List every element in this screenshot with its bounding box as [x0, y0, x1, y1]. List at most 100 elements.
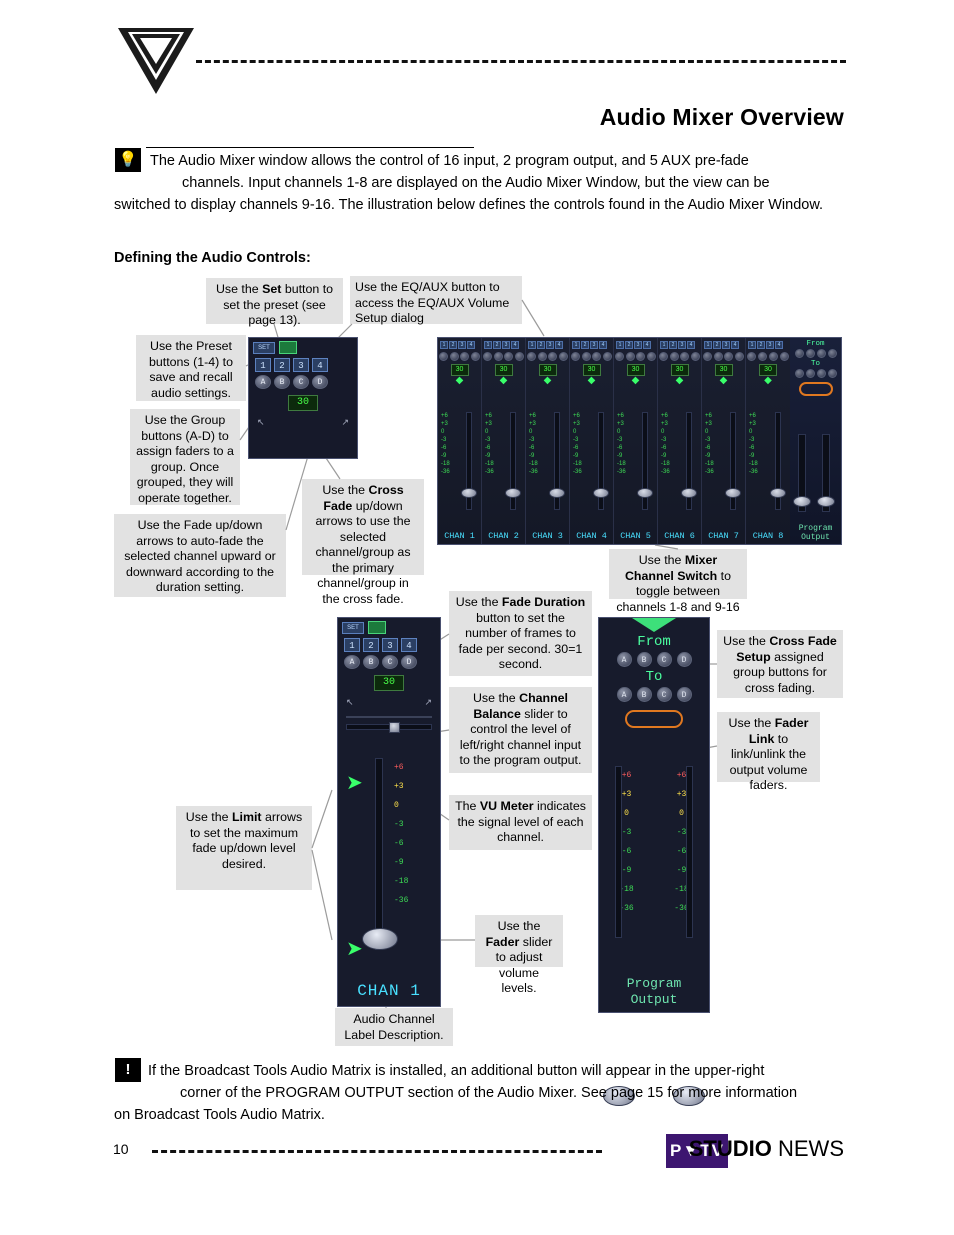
- strip-preset-4[interactable]: 4: [643, 341, 651, 349]
- detail-preset-4[interactable]: 4: [401, 638, 417, 652]
- channel-strip[interactable]: 1 2 3 4 30 ◆ +6 +3 0 -3 -6 -9 -18 -36 CHAN 6: [658, 338, 702, 544]
- strip-preset-1[interactable]: 1: [528, 341, 536, 349]
- strip-fader-thumb[interactable]: [681, 488, 697, 498]
- strip-preset-4[interactable]: 4: [467, 341, 475, 349]
- detail-preset-2[interactable]: 2: [363, 638, 379, 652]
- output-fader-cap-right[interactable]: [817, 496, 835, 507]
- strip-fade-up-icon[interactable]: ◆: [438, 376, 481, 386]
- program-to-group-b[interactable]: B: [636, 687, 652, 702]
- program-from-group-buttons[interactable]: A B C D: [599, 652, 709, 667]
- strip-fader-thumb[interactable]: [505, 488, 521, 498]
- strip-knob-4[interactable]: [559, 352, 569, 361]
- channel-fader-thumb[interactable]: [362, 928, 398, 950]
- fade-duration-readout[interactable]: 30: [288, 395, 318, 411]
- program-to-group-buttons[interactable]: A B C D: [599, 687, 709, 702]
- strip-knob-1[interactable]: [702, 352, 712, 361]
- strip-preset-row[interactable]: 1234: [572, 341, 611, 349]
- strip-knob-3[interactable]: [460, 352, 470, 361]
- to-knob-d[interactable]: [827, 369, 837, 378]
- detail-eq-aux-button[interactable]: [368, 621, 386, 634]
- strip-preset-2[interactable]: 2: [537, 341, 545, 349]
- strip-preset-row[interactable]: 1234: [660, 341, 699, 349]
- output-to-knobs[interactable]: [790, 369, 841, 378]
- detail-cross-fade-down-icon[interactable]: ↗: [424, 697, 432, 708]
- strip-fade-up-icon[interactable]: ◆: [658, 376, 701, 386]
- strip-knob-3[interactable]: [636, 352, 646, 361]
- strip-fade-up-icon[interactable]: ◆: [526, 376, 569, 386]
- strip-preset-1[interactable]: 1: [660, 341, 668, 349]
- strip-knob-3[interactable]: [724, 352, 734, 361]
- program-fader-track-right[interactable]: [686, 766, 693, 938]
- strip-knob-2[interactable]: [713, 352, 723, 361]
- cross-fade-down-arrow-icon[interactable]: ↗: [341, 417, 349, 428]
- strip-preset-3[interactable]: 3: [722, 341, 730, 349]
- strip-knob-3[interactable]: [548, 352, 558, 361]
- single-channel-detail-graphic[interactable]: SET 1 2 3 4 A B C D 30 ↖ ↗ ➤ ➤ +6 +3 0 -…: [337, 617, 441, 1007]
- set-button[interactable]: SET: [253, 341, 275, 354]
- channel-balance-slider[interactable]: [346, 722, 432, 733]
- strip-preset-4[interactable]: 4: [555, 341, 563, 349]
- program-from-group-b[interactable]: B: [636, 652, 652, 667]
- strip-knob-row[interactable]: [570, 352, 613, 361]
- strip-fader-thumb[interactable]: [637, 488, 653, 498]
- strip-preset-3[interactable]: 3: [590, 341, 598, 349]
- eq-aux-button[interactable]: [279, 341, 297, 354]
- channel-fader-track[interactable]: [375, 758, 383, 950]
- strip-knob-4[interactable]: [647, 352, 657, 361]
- strip-fader-thumb[interactable]: [770, 488, 786, 498]
- to-knob-b[interactable]: [805, 369, 815, 378]
- strip-fade-up-icon[interactable]: ◆: [482, 376, 525, 386]
- strip-preset-3[interactable]: 3: [502, 341, 510, 349]
- strip-preset-3[interactable]: 3: [458, 341, 466, 349]
- program-to-group-a[interactable]: A: [616, 687, 632, 702]
- strip-preset-1[interactable]: 1: [748, 341, 756, 349]
- output-from-knobs[interactable]: [790, 349, 841, 358]
- strip-fade-up-icon[interactable]: ◆: [614, 376, 657, 386]
- preset-button-3[interactable]: 3: [293, 358, 309, 372]
- strip-preset-2[interactable]: 2: [581, 341, 589, 349]
- output-fader-cap-left[interactable]: [793, 496, 811, 507]
- program-to-group-d[interactable]: D: [676, 687, 692, 702]
- strip-knob-row[interactable]: [614, 352, 657, 361]
- program-fader-track-left[interactable]: [615, 766, 622, 938]
- strip-preset-3[interactable]: 3: [766, 341, 774, 349]
- strip-preset-1[interactable]: 1: [616, 341, 624, 349]
- strip-preset-2[interactable]: 2: [713, 341, 721, 349]
- detail-set-button[interactable]: SET: [342, 621, 364, 634]
- strip-knob-1[interactable]: [747, 352, 756, 361]
- strip-knob-4[interactable]: [515, 352, 525, 361]
- program-output-detail-graphic[interactable]: From A B C D To A B C D +6 +3 0 -3 -6 -9…: [598, 617, 710, 1106]
- strip-preset-1[interactable]: 1: [440, 341, 448, 349]
- strip-preset-2[interactable]: 2: [669, 341, 677, 349]
- strip-knob-4[interactable]: [471, 352, 481, 361]
- strip-knob-2[interactable]: [625, 352, 635, 361]
- strip-knob-1[interactable]: [658, 352, 668, 361]
- cross-fade-up-arrow-icon[interactable]: ↖: [257, 417, 265, 428]
- strip-preset-row[interactable]: 1234: [704, 341, 743, 349]
- detail-group-a[interactable]: A: [344, 655, 360, 669]
- strip-fade-up-icon[interactable]: ◆: [746, 376, 790, 386]
- fader-link-icon[interactable]: [798, 382, 833, 396]
- strip-knob-4[interactable]: [735, 352, 745, 361]
- strip-knob-2[interactable]: [537, 352, 547, 361]
- strip-preset-2[interactable]: 2: [493, 341, 501, 349]
- strip-knob-4[interactable]: [603, 352, 613, 361]
- from-knob-a[interactable]: [794, 349, 804, 358]
- program-fader-link-icon[interactable]: [625, 710, 683, 728]
- strip-knob-1[interactable]: [526, 352, 536, 361]
- strip-preset-1[interactable]: 1: [484, 341, 492, 349]
- strip-preset-2[interactable]: 2: [449, 341, 457, 349]
- strip-knob-1[interactable]: [614, 352, 624, 361]
- strip-knob-3[interactable]: [680, 352, 690, 361]
- strip-fader-thumb[interactable]: [549, 488, 565, 498]
- program-to-group-c[interactable]: C: [656, 687, 672, 702]
- strip-knob-3[interactable]: [592, 352, 602, 361]
- strip-fader-thumb[interactable]: [725, 488, 741, 498]
- preset-button-4[interactable]: 4: [312, 358, 328, 372]
- preset-button-1[interactable]: 1: [255, 358, 271, 372]
- program-output-strip[interactable]: From To Program Output: [790, 338, 841, 544]
- group-button-d[interactable]: D: [312, 375, 328, 389]
- from-knob-c[interactable]: [816, 349, 826, 358]
- channel-strip[interactable]: 1 2 3 4 30 ◆ +6 +3 0 -3 -6 -9 -18 -36 CHAN 7: [702, 338, 746, 544]
- strip-knob-2[interactable]: [449, 352, 459, 361]
